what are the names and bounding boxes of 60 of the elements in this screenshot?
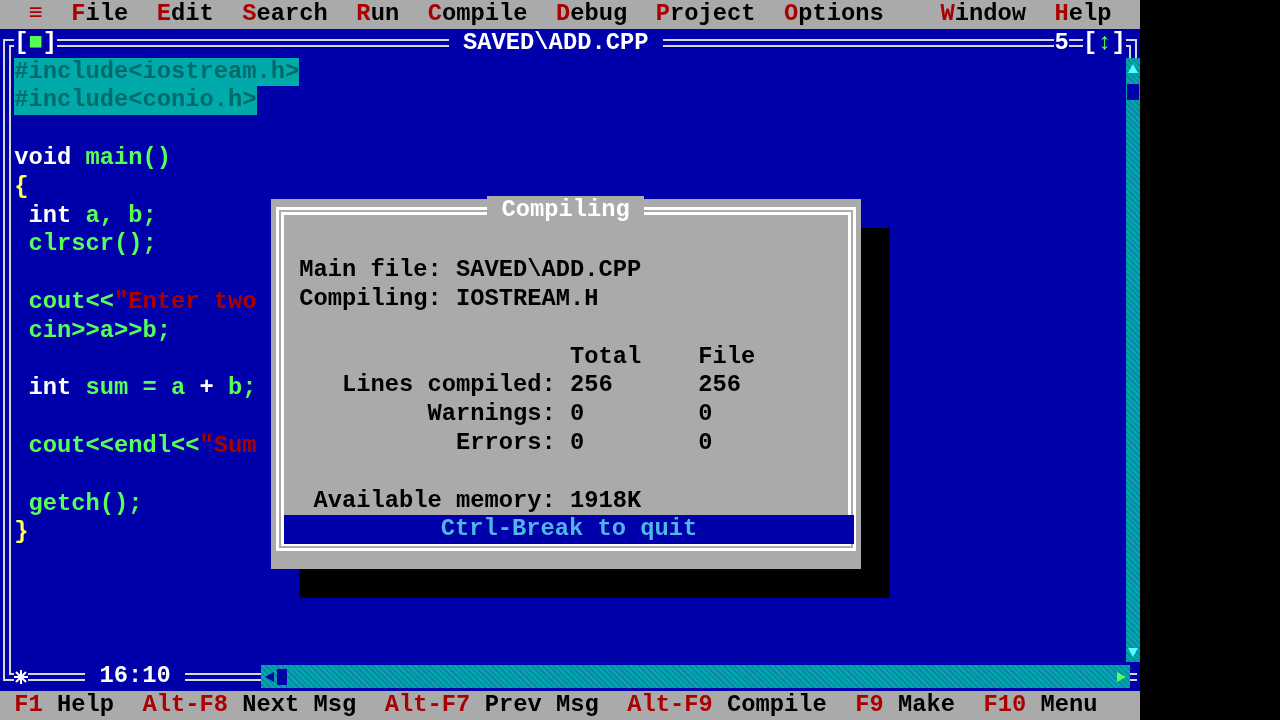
code-line: int a, b; — [27, 201, 157, 231]
stat-value: 256 — [570, 371, 614, 401]
horizontal-scrollbar[interactable] — [260, 665, 1130, 689]
code-line: } — [14, 518, 29, 548]
shortcut-hint[interactable]: F1 Help — [14, 691, 115, 720]
menu-item[interactable]: File — [57, 0, 143, 29]
shortcut-hint[interactable]: F9 Make — [855, 691, 956, 720]
menu-item[interactable]: Debug — [541, 0, 642, 29]
window-frame-corner — [3, 39, 15, 58]
window-frame-line — [1129, 672, 1137, 681]
window-number: 5 — [1054, 28, 1069, 58]
menu-item[interactable]: Compile — [413, 0, 542, 29]
shortcut-hint[interactable]: F10 Menu — [983, 691, 1098, 720]
shortcut-hint[interactable]: Alt-F8 Next Msg — [142, 691, 357, 720]
scroll-right-arrow-icon[interactable] — [1115, 670, 1128, 683]
code-line: cout<<"Enter two — [27, 287, 257, 317]
stat-value: 0 — [570, 400, 586, 429]
code-line: cout<<endl<<"Sum — [27, 431, 257, 461]
scroll-thumb[interactable] — [1126, 83, 1139, 100]
shortcut-hint[interactable]: Alt-F9 Compile — [627, 691, 827, 720]
close-button[interactable]: [■] — [14, 28, 58, 58]
code-line: getch(); — [27, 489, 143, 519]
info-label: Main file: — [299, 256, 443, 285]
stat-value: 0 — [698, 428, 714, 458]
menu-item[interactable]: Run — [342, 0, 414, 29]
stat-label: Errors: — [454, 428, 557, 458]
stat-label: Warnings: — [426, 400, 557, 429]
stat-label: Lines compiled: — [340, 371, 557, 401]
info-value: SAVED\ADD.CPP — [456, 256, 643, 285]
quit-hint-bar: Ctrl-Break to quit — [283, 515, 855, 545]
stat-value: 0 — [698, 400, 714, 429]
menu-item[interactable]: Help — [1040, 0, 1126, 29]
stat-value: 256 — [698, 371, 742, 401]
code-line: void main() — [14, 144, 172, 173]
menu-item[interactable]: Window — [926, 0, 1041, 29]
code-line: { — [14, 172, 29, 202]
window-title: SAVED\ADD.CPP — [462, 28, 650, 58]
code-line: cin>>a>>b; — [27, 316, 172, 346]
window-frame-line — [28, 672, 86, 681]
stat-value: 0 — [570, 428, 586, 458]
column-header: Total — [570, 342, 643, 372]
zoom-button[interactable]: [↕] — [1082, 28, 1126, 58]
info-value: IOSTREAM.H — [456, 285, 600, 314]
shortcut-hint[interactable]: Alt-F7 Prev Msg — [384, 691, 599, 720]
menu-item[interactable]: Options — [769, 0, 898, 29]
menu-item[interactable]: Edit — [142, 0, 229, 29]
memory-label: Available memory: — [312, 486, 557, 516]
vertical-scrollbar[interactable] — [1125, 57, 1140, 663]
cursor-position: 16:10 — [98, 662, 172, 692]
window-frame-line — [1068, 39, 1083, 48]
code-line: int sum = a + b; — [27, 374, 257, 404]
window-frame-corner — [3, 662, 15, 681]
scroll-down-arrow-icon[interactable] — [1126, 646, 1139, 659]
code-line: clrscr(); — [27, 230, 157, 260]
memory-value: 1918K — [570, 486, 643, 516]
scroll-thumb[interactable] — [276, 668, 287, 685]
menu-item[interactable]: Project — [641, 0, 770, 29]
column-header: File — [698, 342, 757, 372]
menu-item[interactable]: Search — [228, 0, 343, 29]
info-label: Compiling: — [299, 285, 443, 314]
